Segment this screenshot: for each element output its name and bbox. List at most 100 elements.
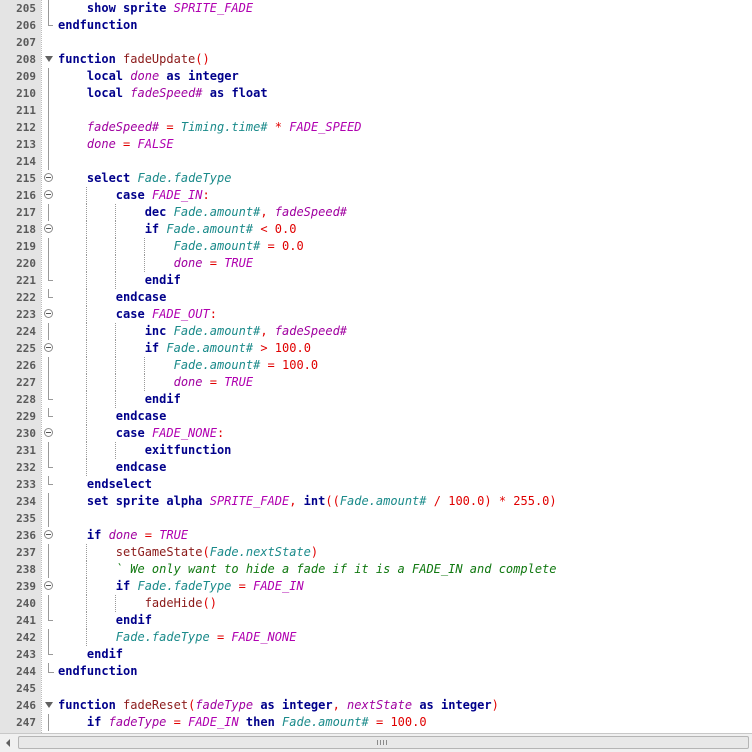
code-line[interactable]: 211 [0,102,752,119]
fold-line [41,255,57,272]
code-line[interactable]: 219 Fade.amount# = 0.0 [0,238,752,255]
code-line[interactable]: 240 fadeHide() [0,595,752,612]
code-line[interactable]: 221 endif [0,272,752,289]
code-line[interactable]: 245 [0,680,752,697]
code-line[interactable]: 217 dec Fade.amount#, fadeSpeed# [0,204,752,221]
code-token: SPRITE_FADE [173,1,254,15]
fold-line [41,493,57,510]
code-line[interactable]: 225 if Fade.amount# > 100.0 [0,340,752,357]
horizontal-scrollbar[interactable] [0,733,752,752]
fold-toggle-icon[interactable] [41,187,57,204]
code-line[interactable]: 239 if Fade.fadeType = FADE_IN [0,578,752,595]
line-number: 242 [16,631,36,644]
code-line[interactable]: 243 endif [0,646,752,663]
code-line[interactable]: 228 endif [0,391,752,408]
code-token: TRUE [224,375,254,389]
code-line[interactable]: 205 show sprite SPRITE_FADE [0,0,752,17]
code-line[interactable]: 213 done = FALSE [0,136,752,153]
code-text: endcase [58,289,167,306]
code-line[interactable]: 238 ` We only want to hide a fade if it … [0,561,752,578]
line-number: 226 [16,359,36,372]
code-line[interactable]: 208 function fadeUpdate() [0,51,752,68]
code-text: endcase [58,459,167,476]
line-number: 233 [16,478,36,491]
line-number: 205 [16,2,36,15]
code-token: Fade.amount# [166,341,254,355]
indent-guide [143,255,145,272]
code-token: exitfunction [144,443,232,457]
code-text: endcase [58,408,167,425]
code-line[interactable]: 234 set sprite alpha SPRITE_FADE, int((F… [0,493,752,510]
fold-toggle-icon[interactable] [41,527,57,544]
code-line[interactable]: 237 setGameState(Fade.nextState) [0,544,752,561]
code-line[interactable]: 241 endif [0,612,752,629]
code-token: endcase [115,409,167,423]
code-token: fadeType [108,715,167,729]
fold-toggle-icon[interactable] [41,340,57,357]
code-token: as [260,698,275,712]
code-text: ` We only want to hide a fade if it is a… [58,561,557,578]
code-line[interactable]: 210 local fadeSpeed# as float [0,85,752,102]
fold-toggle-icon[interactable] [41,170,57,187]
code-token: Fade.amount# [173,205,261,219]
code-token: ` We only want to hide a fade if it is a… [115,562,557,576]
line-number: 218 [16,223,36,236]
code-line[interactable]: 206 endfunction [0,17,752,34]
scrollbar-thumb[interactable] [18,736,749,749]
fold-toggle-icon[interactable] [41,51,57,68]
code-line[interactable]: 207 [0,34,752,51]
code-line[interactable]: 214 [0,153,752,170]
code-token: done [86,137,116,151]
code-line[interactable]: 216 case FADE_IN: [0,187,752,204]
line-number: 237 [16,546,36,559]
code-line[interactable]: 233 endselect [0,476,752,493]
code-line[interactable]: 224 inc Fade.amount#, fadeSpeed# [0,323,752,340]
indent-guide [114,442,116,459]
code-line[interactable]: 220 done = TRUE [0,255,752,272]
code-line[interactable]: 244 endfunction [0,663,752,680]
code-line[interactable]: 235 [0,510,752,527]
code-text: set sprite alpha SPRITE_FADE, int((Fade.… [58,493,557,510]
code-token: FADE_SPEED [289,120,362,134]
code-line[interactable]: 230 case FADE_NONE: [0,425,752,442]
fold-toggle-icon[interactable] [41,578,57,595]
scroll-left-arrow-icon[interactable] [0,734,17,752]
code-line[interactable]: 227 done = TRUE [0,374,752,391]
code-editor[interactable]: 205 show sprite SPRITE_FADE 206 endfunctio… [0,0,752,733]
fold-toggle-icon[interactable] [41,221,57,238]
code-line[interactable]: 215 select Fade.fadeType [0,170,752,187]
code-line[interactable]: 242 Fade.fadeType = FADE_NONE [0,629,752,646]
code-token: 255.0 [513,494,550,508]
code-token: done [173,375,203,389]
code-token: ) [484,494,492,508]
code-line[interactable]: 223 case FADE_OUT: [0,306,752,323]
code-line[interactable]: 236 if done = TRUE [0,527,752,544]
fold-line [41,102,57,119]
code-line[interactable]: 212 fadeSpeed# = Timing.time# * FADE_SPE… [0,119,752,136]
code-line[interactable]: 218 if Fade.amount# < 0.0 [0,221,752,238]
line-number: 234 [16,495,36,508]
code-line[interactable]: 246 function fadeReset(fadeType as intege… [0,697,752,714]
code-text: endif [58,272,181,289]
fold-line [41,357,57,374]
code-token: select [86,171,131,185]
fold-line [41,204,57,221]
code-line[interactable]: 226 Fade.amount# = 100.0 [0,357,752,374]
code-line[interactable]: 232 endcase [0,459,752,476]
fold-toggle-icon[interactable] [41,425,57,442]
code-line[interactable]: 209 local done as integer [0,68,752,85]
code-line[interactable]: 247 if fadeType = FADE_IN then Fade.amou… [0,714,752,731]
fold-toggle-icon[interactable] [41,306,57,323]
code-line[interactable]: 229 endcase [0,408,752,425]
code-line[interactable]: 231 exitfunction [0,442,752,459]
fold-toggle-icon[interactable] [41,697,57,714]
code-token: endif [115,613,152,627]
code-line[interactable]: 222 endcase [0,289,752,306]
